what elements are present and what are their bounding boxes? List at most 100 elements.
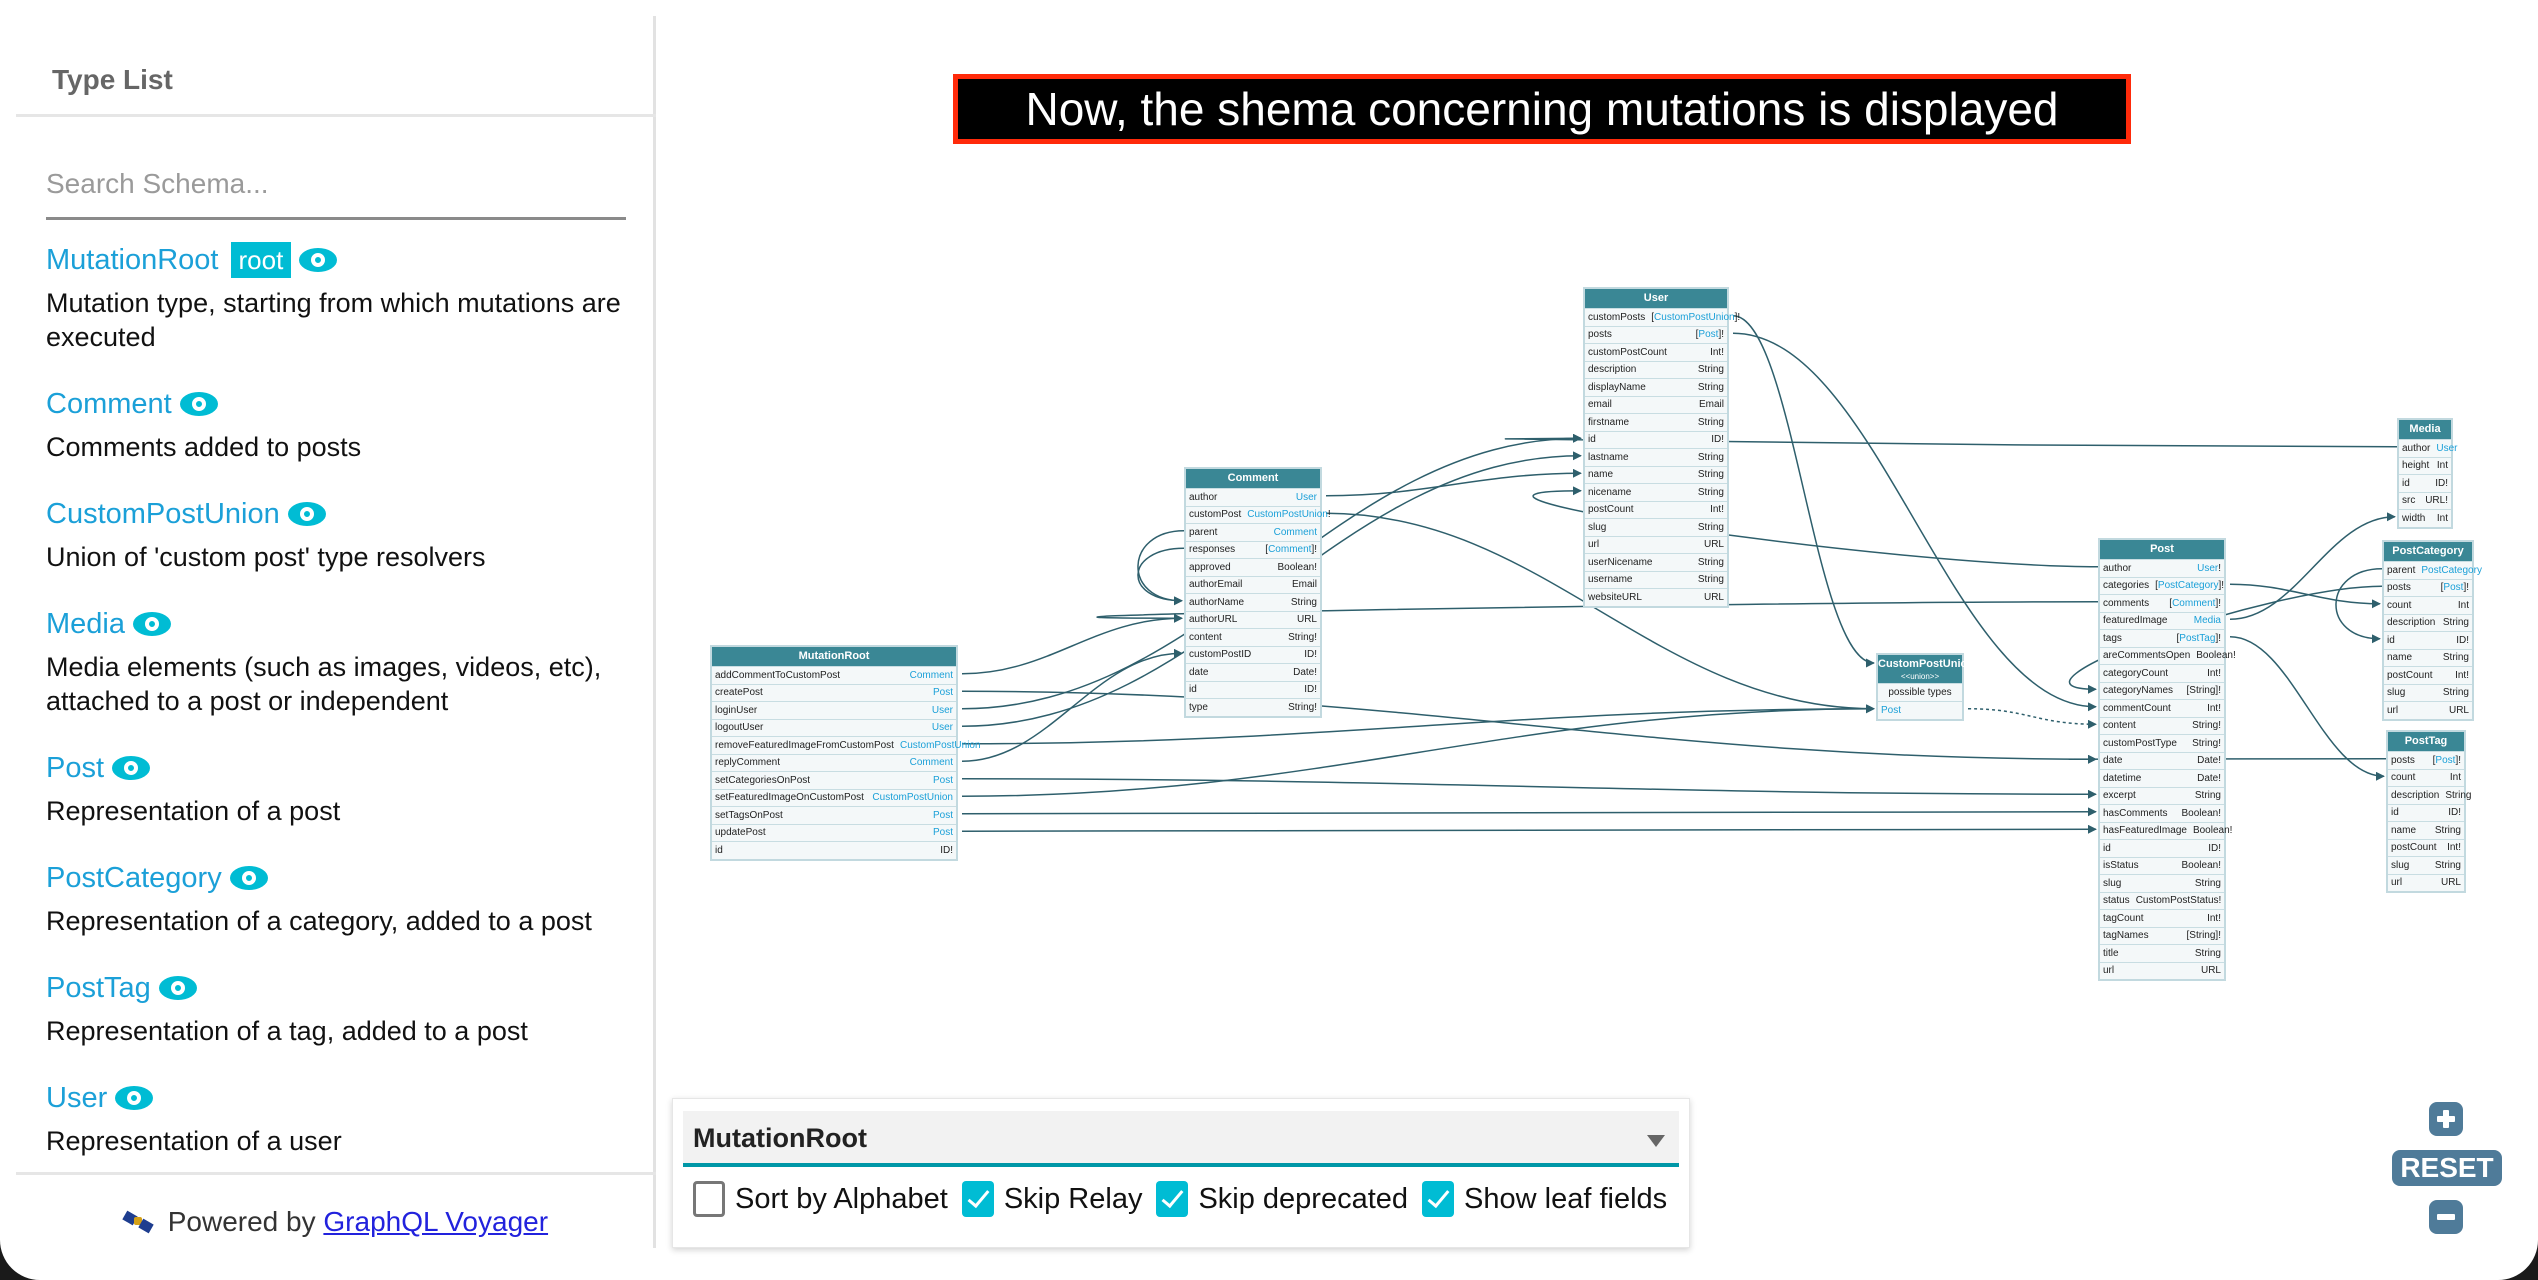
edge-mutationroot-addcommenttocustompost-to-comment[interactable] [961,613,1183,675]
field-row[interactable]: userNicename String [1585,553,1727,571]
field-row[interactable]: id ID! [712,841,956,859]
field-row[interactable]: url URL [2100,961,2224,980]
field-row[interactable]: customPosts [CustomPostUnion]! [1585,308,1740,326]
field-row[interactable]: addCommentToCustomPost Comment [712,666,956,684]
edge-mutationroot-settagsonpost-to-post[interactable] [961,807,2097,817]
field-row[interactable]: postCount Int! [2388,838,2464,857]
field-row[interactable]: date Date! [1186,663,1320,681]
eye-icon[interactable] [287,502,326,526]
type-name-link[interactable]: Post [46,752,104,785]
field-row[interactable]: customPostType String! [2100,734,2224,752]
field-row[interactable]: description String [1585,360,1727,379]
option-show-leaf-fields[interactable]: Show leaf fields [1422,1181,1667,1217]
field-row[interactable]: tagNames [String]! [2100,926,2224,945]
field-row[interactable]: name String [2384,648,2472,667]
eye-icon[interactable] [229,866,268,890]
field-row[interactable]: hasComments Boolean! [2100,804,2224,822]
field-row[interactable]: updatePost Post [712,823,956,842]
reset-zoom-button[interactable]: RESET [2392,1150,2502,1186]
field-row[interactable]: firstname String [1585,413,1727,431]
field-row[interactable]: setTagsOnPost Post [712,806,956,824]
edge-comment-responses-to-comment[interactable] [1137,547,1185,606]
field-row[interactable]: posts [Post]! [2384,578,2472,597]
type-link[interactable]: Post [2443,582,2463,593]
type-node-postcategory[interactable]: PostCategory parent PostCategory posts [Post… [2382,540,2482,721]
field-row[interactable]: slug String [2384,683,2472,702]
field-row[interactable]: areCommentsOpen Boolean! [2100,646,2236,665]
field-row[interactable]: hasFeaturedImage Boolean! [2100,821,2232,840]
field-row[interactable]: comments [Comment]! [2100,594,2224,612]
field-row[interactable]: displayName String [1585,378,1727,396]
type-link[interactable]: PostCategory [2421,565,2482,576]
zoom-out-button[interactable] [2429,1200,2463,1234]
field-row[interactable]: authorName String [1186,593,1320,611]
type-link[interactable]: Post [933,827,953,838]
field-row[interactable]: excerpt String [2100,786,2224,805]
field-row[interactable]: author User! [2100,559,2224,577]
eye-icon[interactable] [299,248,338,272]
eye-icon[interactable] [115,1086,154,1110]
field-row[interactable]: approved Boolean! [1186,558,1320,576]
field-row[interactable]: posts [Post]! [1585,325,1727,344]
field-row[interactable]: createPost Post [712,683,956,702]
field-row[interactable]: customPostID ID! [1186,645,1320,664]
type-name-link[interactable]: Comment [46,388,172,421]
field-row[interactable]: date Date! [2100,751,2224,770]
field-row[interactable]: logoutUser User [712,718,956,737]
graphql-voyager-link[interactable]: GraphQL Voyager [323,1206,548,1237]
field-row[interactable]: author User [2399,439,2457,457]
field-row[interactable]: id ID! [1186,680,1320,699]
field-row[interactable]: slug String [2100,874,2224,892]
type-node-media[interactable]: Media author User height Int id ID! src URL! widt… [2397,418,2457,529]
field-row[interactable]: loginUser User [712,701,956,719]
field-row[interactable]: websiteURL URL [1585,588,1727,606]
field-row[interactable]: name String [2388,821,2464,839]
type-link[interactable]: User [1296,492,1317,503]
field-row[interactable]: id ID! [2399,474,2451,492]
field-row[interactable]: commentCount Int! [2100,699,2224,717]
field-row[interactable]: customPostCount Int! [1585,343,1727,361]
type-link[interactable]: Post [933,687,953,698]
field-row[interactable]: removeFeaturedImageFromCustomPost CustomP… [712,736,981,754]
checkbox[interactable] [961,1181,994,1217]
eye-icon[interactable] [158,976,197,1000]
type-link[interactable]: Media [2194,615,2221,626]
field-row[interactable]: width Int [2399,509,2451,527]
field-row[interactable]: replyComment Comment [712,753,956,772]
field-row[interactable]: tags [PostTag]! [2100,629,2224,647]
zoom-in-button[interactable] [2429,1102,2463,1136]
type-name-link[interactable]: PostTag [46,972,151,1005]
type-node-posttag[interactable]: PostTag posts [Post]! count Int description St… [2386,730,2471,893]
field-row[interactable]: email Email [1585,395,1727,414]
field-row[interactable]: content String! [2100,716,2224,735]
field-row[interactable]: slug String [1585,518,1727,536]
field-row[interactable]: description String [2388,786,2471,804]
type-name-link[interactable]: Media [46,608,125,641]
field-row[interactable]: slug String [2388,856,2464,874]
edge-custompostunion-post-to-post[interactable] [1967,708,2097,729]
edge-user-posts-to-post[interactable] [1732,332,2097,712]
field-row[interactable]: count Int [2384,596,2472,614]
field-row[interactable]: categories [PostCategory]! [2100,576,2224,595]
field-row[interactable]: setCategoriesOnPost Post [712,771,956,789]
field-row[interactable]: author User [1186,488,1320,506]
type-name-link[interactable]: PostCategory [46,862,222,895]
type-node-mutationroot[interactable]: MutationRoot addCommentToCustomPost Commen… [710,645,981,861]
field-row[interactable]: src URL! [2399,491,2451,510]
type-link[interactable]: Post [2435,755,2455,766]
field-row[interactable]: datetime Date! [2100,769,2224,787]
search-schema-input[interactable] [46,156,626,220]
field-row[interactable]: customPost CustomPostUnion! [1186,505,1331,524]
option-skip-deprecated[interactable]: Skip deprecated [1156,1181,1408,1217]
type-link[interactable]: CustomPostUnion [900,740,981,751]
type-node-comment[interactable]: Comment author User customPost CustomPostUni… [1184,467,1331,718]
type-link[interactable]: User [2436,443,2457,454]
type-link[interactable]: Comment [910,757,953,768]
field-row[interactable]: name String [1585,465,1727,484]
root-type-select[interactable]: MutationRoot [683,1111,1679,1167]
field-row[interactable]: count Int [2388,768,2464,787]
field-row[interactable]: height Int [2399,456,2451,475]
field-row[interactable]: setFeaturedImageOnCustomPost CustomPostUn… [712,788,956,807]
field-row[interactable]: title String [2100,944,2224,962]
field-row[interactable]: responses [Comment]! [1186,540,1320,559]
